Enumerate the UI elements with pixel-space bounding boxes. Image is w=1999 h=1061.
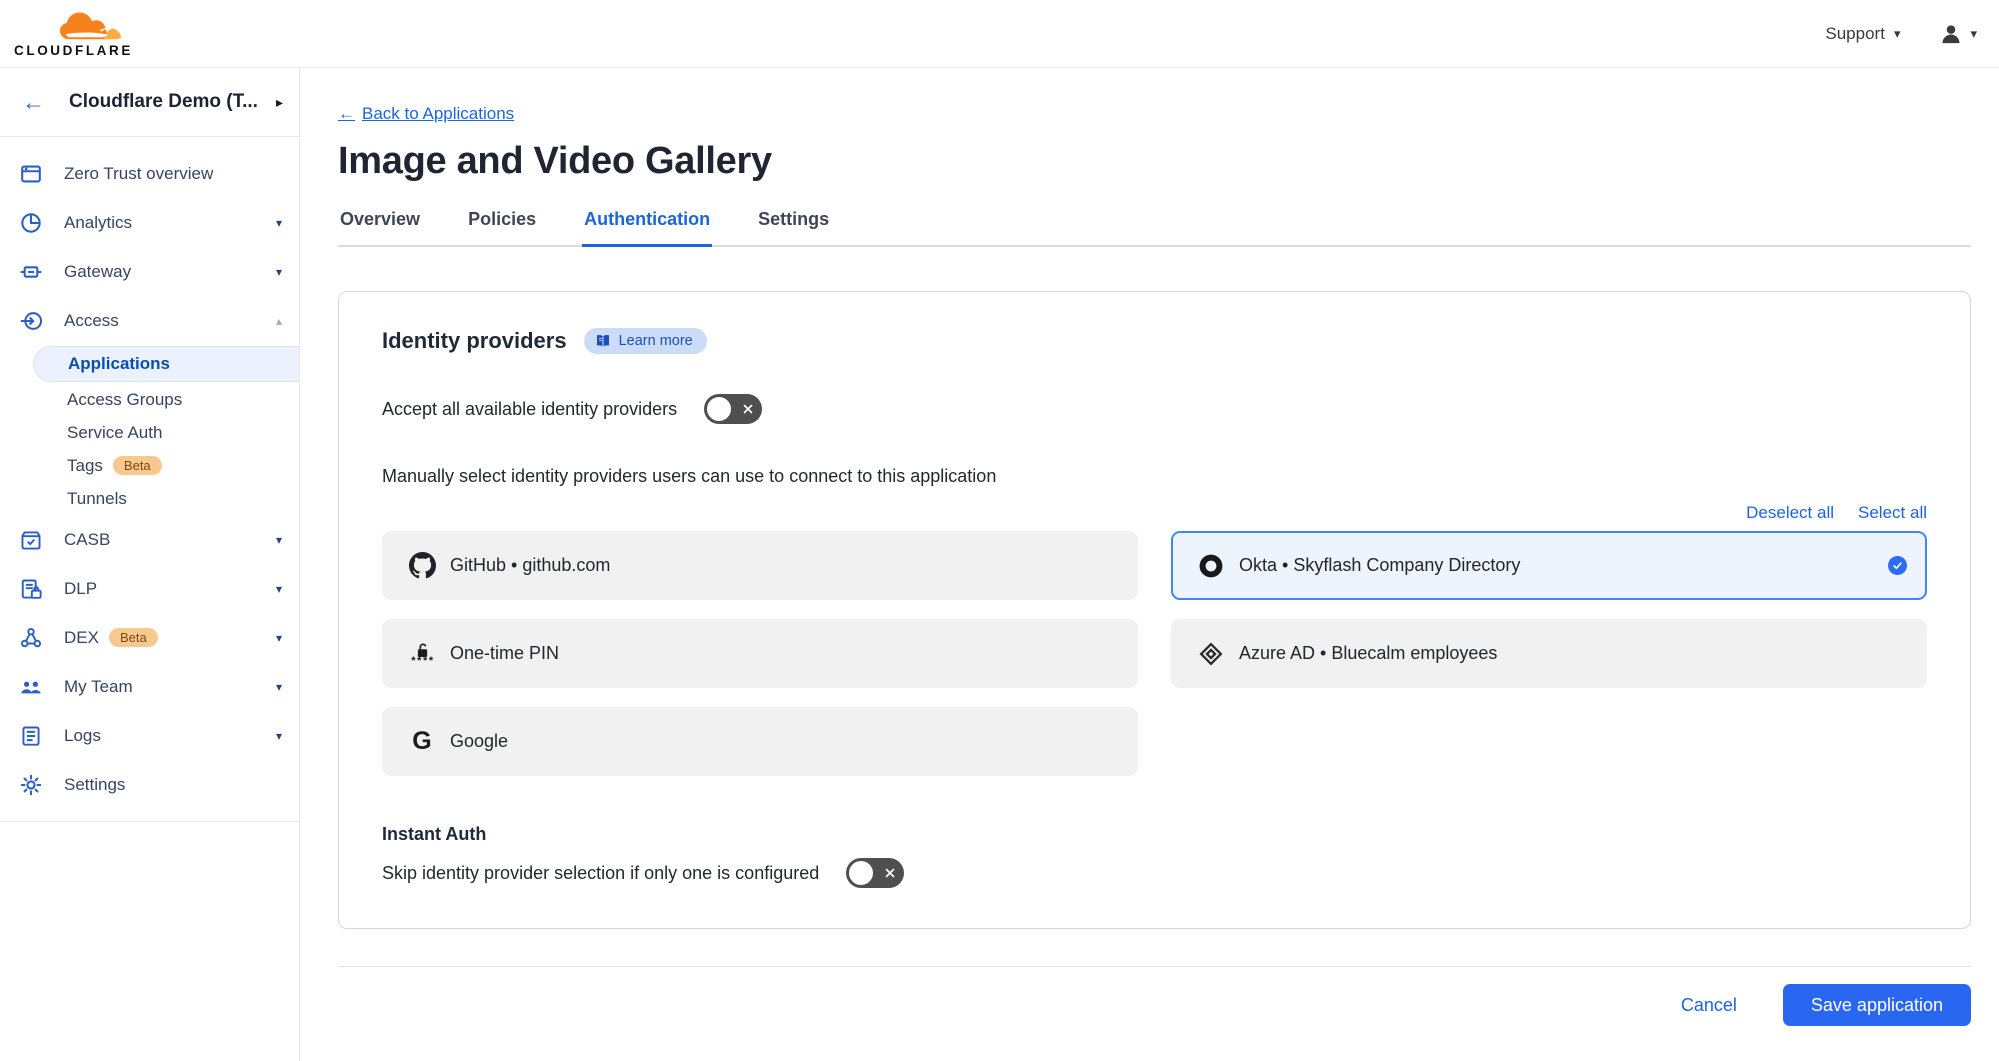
okta-icon — [1197, 552, 1225, 580]
book-icon — [595, 333, 611, 349]
accept-all-toggle[interactable] — [704, 394, 762, 424]
cloudflare-logo[interactable]: CLOUDFLARE — [14, 9, 134, 58]
sidebar-item-applications[interactable]: Applications — [33, 346, 299, 382]
chevron-down-icon: ▾ — [276, 632, 282, 644]
provider-card-azure-ad[interactable]: Azure AD • Bluecalm employees — [1171, 619, 1927, 688]
instant-auth-label: Skip identity provider selection if only… — [382, 863, 819, 884]
azure-ad-icon — [1197, 640, 1225, 668]
save-application-button[interactable]: Save application — [1783, 984, 1971, 1026]
x-icon — [742, 403, 754, 415]
chevron-down-icon: ▾ — [276, 217, 282, 229]
cancel-button[interactable]: Cancel — [1681, 995, 1737, 1016]
gateway-icon — [20, 261, 42, 283]
tab-authentication[interactable]: Authentication — [582, 209, 712, 247]
sidebar-item-dex[interactable]: DEX Beta ▾ — [0, 613, 299, 662]
deselect-all-link[interactable]: Deselect all — [1746, 503, 1834, 523]
people-icon — [20, 676, 42, 698]
sidebar-item-gateway[interactable]: Gateway ▾ — [0, 247, 299, 296]
pie-chart-icon — [20, 212, 42, 234]
chevron-down-icon: ▾ — [276, 266, 282, 278]
network-nodes-icon — [20, 627, 42, 649]
identity-providers-card: Identity providers Learn more Accept all… — [338, 291, 1971, 929]
beta-badge: Beta — [109, 628, 158, 647]
chevron-down-icon: ▾ — [276, 583, 282, 595]
back-arrow-icon: ← — [338, 104, 355, 124]
access-login-icon — [20, 310, 42, 332]
cloudflare-cloud-icon — [56, 9, 134, 42]
chevron-down-icon: ▾ — [1894, 27, 1901, 40]
select-all-link[interactable]: Select all — [1858, 503, 1927, 523]
instant-auth-heading: Instant Auth — [382, 824, 1927, 845]
sidebar-item-dlp[interactable]: DLP ▾ — [0, 564, 299, 613]
log-document-icon — [20, 725, 42, 747]
sidebar-item-casb[interactable]: CASB ▾ — [0, 515, 299, 564]
chevron-up-icon: ▴ — [276, 315, 282, 327]
access-submenu: Applications Access Groups Service Auth … — [0, 346, 299, 515]
main-content: ← Back to Applications Image and Video G… — [300, 68, 1999, 1061]
document-lock-icon — [20, 578, 42, 600]
support-label: Support — [1825, 24, 1885, 44]
sidebar-divider — [0, 821, 299, 822]
provider-grid: GitHub • github.com Okta • Skyflash Comp… — [382, 531, 1927, 776]
learn-more-badge[interactable]: Learn more — [584, 328, 707, 354]
sidebar-item-logs[interactable]: Logs ▾ — [0, 711, 299, 760]
provider-card-okta[interactable]: Okta • Skyflash Company Directory — [1171, 531, 1927, 600]
user-menu[interactable]: ▾ — [1940, 23, 1977, 45]
chevron-down-icon: ▾ — [276, 681, 282, 693]
github-icon — [408, 552, 436, 580]
gear-icon — [20, 774, 42, 796]
provider-card-github[interactable]: GitHub • github.com — [382, 531, 1138, 600]
tab-overview[interactable]: Overview — [338, 209, 422, 245]
sidebar-item-my-team[interactable]: My Team ▾ — [0, 662, 299, 711]
provider-card-google[interactable]: G Google — [382, 707, 1138, 776]
beta-badge: Beta — [113, 456, 162, 475]
sidebar-item-access-groups[interactable]: Access Groups — [0, 383, 299, 416]
sidebar: ← Cloudflare Demo (T... ▸ Zero Trust ove… — [0, 68, 300, 1061]
browser-window-icon — [20, 163, 42, 185]
chevron-right-icon[interactable]: ▸ — [276, 94, 283, 111]
support-menu[interactable]: Support ▾ — [1825, 24, 1900, 44]
tab-bar: Overview Policies Authentication Setting… — [338, 209, 1971, 247]
google-icon: G — [408, 728, 436, 756]
cloudflare-wordmark: CLOUDFLARE — [14, 43, 133, 58]
sidebar-item-tunnels[interactable]: Tunnels — [0, 482, 299, 515]
manual-select-label: Manually select identity providers users… — [382, 466, 1927, 487]
footer-divider — [338, 966, 1971, 967]
sidebar-item-access[interactable]: Access ▴ — [0, 296, 299, 345]
sidebar-account-header: ← Cloudflare Demo (T... ▸ — [0, 68, 299, 137]
sidebar-item-settings[interactable]: Settings — [0, 760, 299, 809]
page-title: Image and Video Gallery — [338, 140, 1971, 183]
accept-all-label: Accept all available identity providers — [382, 399, 677, 420]
box-check-icon — [20, 529, 42, 551]
card-title: Identity providers — [382, 328, 567, 354]
chevron-down-icon: ▾ — [276, 730, 282, 742]
chevron-down-icon: ▾ — [276, 534, 282, 546]
sidebar-item-tags[interactable]: Tags Beta — [0, 449, 299, 482]
instant-auth-toggle[interactable] — [846, 858, 904, 888]
sidebar-item-analytics[interactable]: Analytics ▾ — [0, 198, 299, 247]
sidebar-item-zero-trust-overview[interactable]: Zero Trust overview — [0, 149, 299, 198]
sidebar-item-service-auth[interactable]: Service Auth — [0, 416, 299, 449]
x-icon — [884, 867, 896, 879]
back-to-applications-link[interactable]: ← Back to Applications — [338, 104, 514, 124]
selected-check-icon — [1888, 556, 1907, 575]
back-arrow-icon[interactable]: ← — [22, 91, 45, 114]
user-icon — [1940, 23, 1962, 45]
toggle-knob — [707, 397, 731, 421]
chevron-down-icon: ▾ — [1970, 27, 1977, 40]
one-time-pin-icon: **** — [408, 640, 436, 668]
footer-actions: Cancel Save application — [338, 984, 1971, 1044]
sidebar-nav: Zero Trust overview Analytics ▾ — [0, 137, 299, 822]
toggle-knob — [849, 861, 873, 885]
account-name: Cloudflare Demo (T... — [69, 91, 276, 113]
tab-policies[interactable]: Policies — [466, 209, 538, 245]
tab-settings[interactable]: Settings — [756, 209, 831, 245]
provider-card-one-time-pin[interactable]: **** One-time PIN — [382, 619, 1138, 688]
topbar: CLOUDFLARE Support ▾ ▾ — [0, 0, 1999, 68]
